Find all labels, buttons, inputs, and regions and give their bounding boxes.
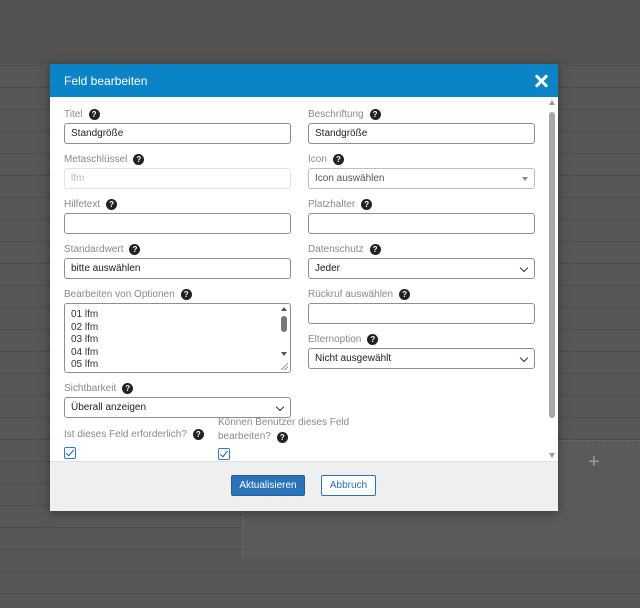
scroll-up-icon[interactable] bbox=[281, 307, 287, 311]
benutzer-bearbeiten-checkbox[interactable] bbox=[218, 448, 230, 460]
sichtbarkeit-value: Überall anzeigen bbox=[71, 402, 147, 413]
field-standardwert: Standardwert? bitte auswählen bbox=[64, 242, 291, 279]
titel-label: Titel bbox=[64, 108, 83, 120]
field-elternoption: Elternoption? Nicht ausgewählt bbox=[308, 332, 535, 369]
help-icon[interactable]: ? bbox=[367, 333, 379, 345]
elternoption-select[interactable]: Nicht ausgewählt bbox=[308, 348, 535, 369]
cancel-button[interactable]: Abbruch bbox=[321, 475, 376, 496]
metaschluessel-label: Metaschlüssel bbox=[64, 153, 128, 165]
chevron-down-icon bbox=[519, 353, 529, 363]
scroll-down-icon[interactable] bbox=[549, 453, 555, 458]
benutzer-bearbeiten-label: Können Benutzer dieses Feld bbox=[218, 417, 350, 428]
update-button[interactable]: Aktualisieren bbox=[231, 475, 305, 496]
plus-icon[interactable]: + bbox=[588, 452, 600, 472]
field-rueckruf: Rückruf auswählen? bbox=[308, 287, 535, 324]
elternoption-label: Elternoption bbox=[308, 333, 362, 345]
help-icon[interactable]: ? bbox=[122, 382, 134, 394]
optionen-textarea[interactable]: 01 lfm 02 lfm 03 lfm 04 lfm 05 lfm bbox=[64, 303, 291, 373]
dialog-scrollbar[interactable] bbox=[547, 98, 557, 460]
help-icon[interactable]: ? bbox=[106, 198, 118, 210]
field-datenschutz: Datenschutz? Jeder bbox=[308, 242, 535, 279]
help-icon[interactable]: ? bbox=[129, 243, 141, 255]
dialog-title: Feld bearbeiten bbox=[64, 73, 148, 88]
field-sichtbarkeit: Sichtbarkeit? Überall anzeigen bbox=[64, 381, 291, 418]
titel-input[interactable]: Standgröße bbox=[64, 123, 291, 144]
field-hilfetext: Hilfetext? bbox=[64, 197, 291, 234]
help-icon[interactable]: ? bbox=[276, 431, 288, 443]
right-column: Beschriftung? Standgröße Icon? Icon ausw… bbox=[308, 107, 535, 369]
scroll-thumb[interactable] bbox=[281, 316, 287, 332]
elternoption-value: Nicht ausgewählt bbox=[315, 353, 392, 364]
hilfetext-label: Hilfetext bbox=[64, 198, 101, 210]
rueckruf-label: Rückruf auswählen bbox=[308, 288, 394, 300]
icon-select[interactable]: Icon auswählen bbox=[308, 168, 535, 189]
dialog-body: Titel? Standgröße Metaschlüssel? lfm Hil… bbox=[50, 97, 558, 461]
metaschluessel-input[interactable]: lfm bbox=[64, 168, 291, 189]
datenschutz-value: Jeder bbox=[315, 263, 341, 274]
benutzer-bearbeiten-label-2: bearbeiten? bbox=[218, 431, 271, 442]
help-icon[interactable]: ? bbox=[192, 428, 204, 440]
resize-grip-icon[interactable] bbox=[281, 363, 288, 370]
textarea-scrollbar[interactable] bbox=[280, 306, 288, 356]
caret-down-icon bbox=[522, 177, 528, 181]
datenschutz-select[interactable]: Jeder bbox=[308, 258, 535, 279]
dialog-header: Feld bearbeiten bbox=[50, 64, 558, 97]
option-line: 03 lfm bbox=[71, 334, 99, 346]
field-benutzer-bearbeiten: Können Benutzer dieses Feld bearbeiten? … bbox=[218, 416, 398, 460]
scroll-thumb[interactable] bbox=[549, 112, 555, 418]
optionen-label: Bearbeiten von Optionen bbox=[64, 288, 175, 300]
standardwert-label: Standardwert bbox=[64, 243, 124, 255]
field-icon: Icon? Icon auswählen bbox=[308, 152, 535, 189]
field-platzhalter: Platzhalter? bbox=[308, 197, 535, 234]
help-icon[interactable]: ? bbox=[332, 153, 344, 165]
option-line: 02 lfm bbox=[71, 321, 99, 333]
field-beschriftung: Beschriftung? Standgröße bbox=[308, 107, 535, 144]
help-icon[interactable]: ? bbox=[361, 198, 373, 210]
chevron-down-icon bbox=[275, 402, 285, 412]
help-icon[interactable]: ? bbox=[369, 243, 381, 255]
beschriftung-input[interactable]: Standgröße bbox=[308, 123, 535, 144]
icon-label: Icon bbox=[308, 153, 327, 165]
dialog-footer: Aktualisieren Abbruch bbox=[50, 461, 558, 511]
close-icon[interactable] bbox=[534, 74, 548, 88]
beschriftung-label: Beschriftung bbox=[308, 108, 364, 120]
chevron-down-icon bbox=[519, 263, 529, 273]
platzhalter-input[interactable] bbox=[308, 213, 535, 234]
option-line: 04 lfm bbox=[71, 346, 99, 358]
left-column: Titel? Standgröße Metaschlüssel? lfm Hil… bbox=[64, 107, 291, 459]
datenschutz-label: Datenschutz bbox=[308, 243, 364, 255]
hilfetext-input[interactable] bbox=[64, 213, 291, 234]
help-icon[interactable]: ? bbox=[88, 108, 100, 120]
edit-field-dialog: Feld bearbeiten Titel? Standgröße Metasc… bbox=[50, 64, 558, 511]
platzhalter-label: Platzhalter bbox=[308, 198, 356, 210]
help-icon[interactable]: ? bbox=[369, 108, 381, 120]
scroll-up-icon[interactable] bbox=[549, 100, 555, 105]
standardwert-input[interactable]: bitte auswählen bbox=[64, 258, 291, 279]
page-top-area bbox=[0, 0, 640, 64]
sichtbarkeit-label: Sichtbarkeit bbox=[64, 382, 117, 394]
field-metaschluessel: Metaschlüssel? lfm bbox=[64, 152, 291, 189]
erforderlich-checkbox[interactable] bbox=[64, 447, 76, 459]
option-line: 05 lfm bbox=[71, 359, 99, 371]
help-icon[interactable]: ? bbox=[133, 153, 145, 165]
field-titel: Titel? Standgröße bbox=[64, 107, 291, 144]
help-icon[interactable]: ? bbox=[399, 288, 411, 300]
rueckruf-input[interactable] bbox=[308, 303, 535, 324]
scroll-down-icon[interactable] bbox=[281, 352, 287, 356]
icon-select-value: Icon auswählen bbox=[315, 173, 385, 184]
erforderlich-label: Ist dieses Feld erforderlich? bbox=[64, 428, 187, 440]
help-icon[interactable]: ? bbox=[180, 288, 192, 300]
field-optionen: Bearbeiten von Optionen? 01 lfm 02 lfm 0… bbox=[64, 287, 291, 373]
sichtbarkeit-select[interactable]: Überall anzeigen bbox=[64, 397, 291, 418]
option-line: 01 lfm bbox=[71, 309, 99, 320]
